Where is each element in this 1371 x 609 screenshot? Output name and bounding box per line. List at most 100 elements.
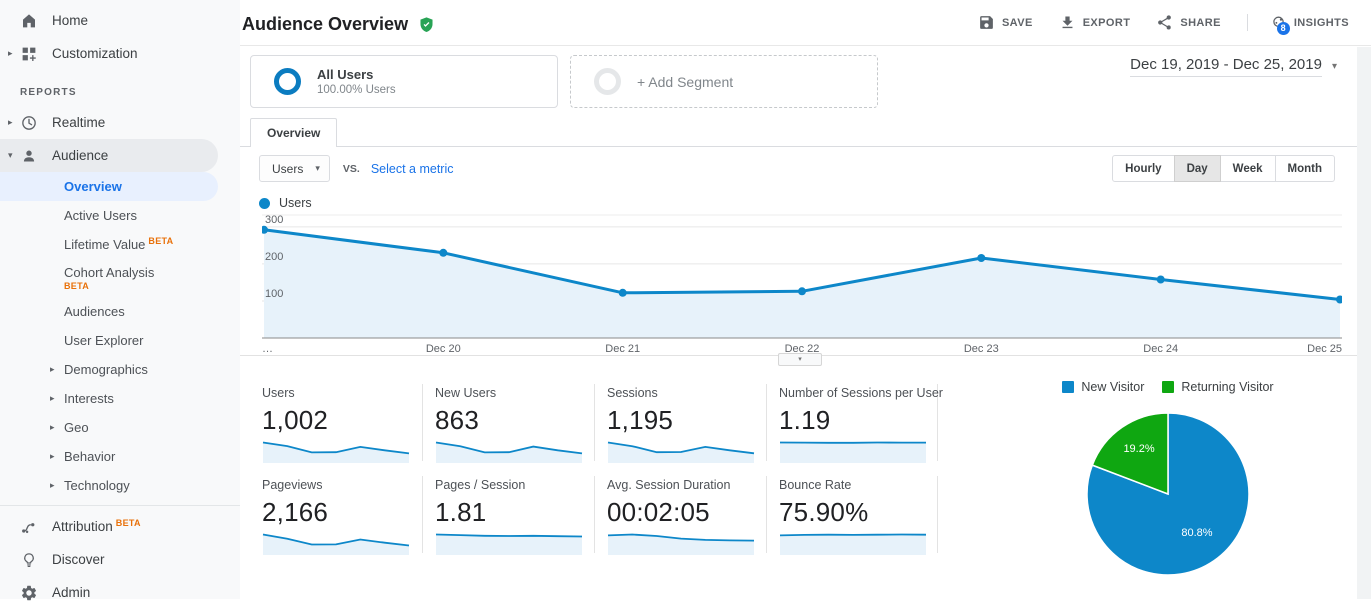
export-button[interactable]: EXPORT	[1059, 14, 1131, 31]
sparkline-chart	[607, 440, 755, 464]
save-button[interactable]: SAVE	[978, 14, 1033, 31]
segment-ring-icon	[274, 68, 301, 95]
granularity-hourly-button[interactable]: Hourly	[1112, 155, 1174, 182]
insights-count-badge: 8	[1277, 22, 1290, 35]
granularity-week-button[interactable]: Week	[1220, 155, 1276, 182]
insights-button[interactable]: 8 INSIGHTS	[1247, 14, 1349, 31]
sidebar-item-attribution[interactable]: AttributionBETA	[0, 510, 240, 543]
sidebar-item-lifetime-value[interactable]: Lifetime ValueBETA	[0, 230, 240, 259]
topbar: Audience Overview SAVEEXPORTSHARE8INSIGH…	[240, 0, 1371, 46]
granularity-button-group: HourlyDayWeekMonth	[1112, 155, 1335, 182]
metric-label: Sessions	[607, 386, 756, 400]
line-chart-svg: 100200300…Dec 20Dec 21Dec 22Dec 23Dec 24…	[262, 213, 1342, 359]
sidebar-item-label: Admin	[52, 585, 90, 600]
sidebar-item-active-users[interactable]: Active Users	[0, 201, 240, 230]
sidebar-item-home[interactable]: Home	[0, 4, 240, 37]
select-a-metric-link[interactable]: Select a metric	[371, 162, 454, 176]
chevron-down-icon: ▾	[8, 150, 20, 161]
pie-legend-label: Returning Visitor	[1181, 380, 1273, 394]
date-range-picker[interactable]: Dec 19, 2019 - Dec 25, 2019 ▾	[1130, 56, 1337, 77]
chevron-right-icon: ▸	[50, 451, 55, 462]
sidebar-item-admin[interactable]: Admin	[0, 576, 240, 609]
granularity-month-button[interactable]: Month	[1275, 155, 1335, 182]
sidebar-item-behavior[interactable]: ▸Behavior	[0, 442, 240, 471]
sidebar-item-label: Demographics	[64, 362, 148, 377]
sidebar-item-audiences[interactable]: Audiences	[0, 297, 240, 326]
discover-icon	[20, 551, 38, 569]
pie-legend-label: New Visitor	[1081, 380, 1144, 394]
pie-legend-new-visitor: New Visitor	[1062, 380, 1144, 394]
visitor-type-pie-chart[interactable]: 80.8%19.2%	[1084, 410, 1252, 578]
sidebar-item-technology[interactable]: ▸Technology	[0, 471, 240, 500]
segment-subtitle: 100.00% Users	[317, 84, 396, 96]
metric-card-pages-session[interactable]: Pages / Session1.81	[422, 476, 594, 553]
primary-metric-dropdown[interactable]: Users ▾	[259, 155, 330, 182]
sidebar-divider	[0, 505, 240, 506]
granularity-day-button[interactable]: Day	[1174, 155, 1221, 182]
sidebar-item-customization[interactable]: ▸Customization	[0, 37, 240, 70]
metric-value: 863	[435, 405, 584, 436]
chevron-down-icon: ▾	[1332, 61, 1337, 72]
sidebar-item-audience[interactable]: ▾ Audience	[0, 139, 218, 172]
segment-title: All Users	[317, 67, 396, 82]
metric-card-new-users[interactable]: New Users863	[422, 384, 594, 461]
sidebar-item-label: Audience	[52, 148, 108, 163]
sidebar: Home▸CustomizationREPORTS▸Realtime▾Audie…	[0, 0, 240, 599]
annotations-toggle[interactable]: ▾	[778, 353, 822, 366]
metric-value: 1,195	[607, 405, 756, 436]
metric-card-bounce-rate[interactable]: Bounce Rate75.90%	[766, 476, 938, 553]
tab-divider	[240, 146, 1357, 147]
legend-swatch-icon	[1062, 381, 1074, 393]
metric-value: 1,002	[262, 405, 412, 436]
segment-all-users[interactable]: All Users 100.00% Users	[250, 55, 558, 108]
sidebar-item-cohort-analysis[interactable]: Cohort AnalysisBETA	[0, 259, 240, 297]
sparkline-chart	[262, 532, 410, 556]
svg-text:Dec 20: Dec 20	[426, 343, 461, 355]
sidebar-item-user-explorer[interactable]: User Explorer	[0, 326, 240, 355]
share-button[interactable]: SHARE	[1156, 14, 1221, 31]
share-icon	[1156, 14, 1173, 31]
metric-card-number-of-sessions-per-user[interactable]: Number of Sessions per User1.19	[766, 384, 938, 461]
users-over-time-chart[interactable]: 100200300…Dec 20Dec 21Dec 22Dec 23Dec 24…	[262, 213, 1342, 359]
svg-text:300: 300	[265, 214, 283, 226]
sidebar-item-overview[interactable]: Overview	[0, 172, 218, 201]
add-segment-label: + Add Segment	[637, 74, 733, 90]
metric-scorecards: Users 1,002 New Users863 Sessions 1,195 Numbe…	[250, 384, 938, 553]
pie-legend-returning-visitor: Returning Visitor	[1162, 380, 1273, 394]
sparkline-chart	[607, 532, 755, 556]
sidebar-item-label: Customization	[52, 46, 138, 61]
metric-card-users[interactable]: Users 1,002	[250, 384, 422, 461]
metric-label: Users	[262, 386, 412, 400]
date-range-value: Dec 19, 2019 - Dec 25, 2019	[1130, 56, 1322, 77]
metric-card-sessions[interactable]: Sessions 1,195	[594, 384, 766, 461]
tab-overview[interactable]: Overview	[250, 118, 337, 147]
svg-text:200: 200	[265, 251, 283, 263]
beta-badge: BETA	[116, 518, 141, 528]
metric-card-avg-session-duration[interactable]: Avg. Session Duration00:02:05	[594, 476, 766, 553]
metric-card-pageviews[interactable]: Pageviews2,166	[250, 476, 422, 553]
sparkline-chart	[435, 440, 583, 464]
action-label: INSIGHTS	[1294, 17, 1349, 29]
metric-value: 00:02:05	[607, 497, 756, 528]
sidebar-item-label: Cohort Analysis	[64, 265, 154, 280]
action-label: EXPORT	[1083, 17, 1131, 29]
metric-value: 2,166	[262, 497, 412, 528]
sidebar-item-discover[interactable]: Discover	[0, 543, 240, 576]
home-icon	[20, 12, 38, 30]
sidebar-item-label: Lifetime ValueBETA	[64, 237, 173, 252]
sparkline-chart	[262, 440, 410, 464]
sidebar-item-label: User Explorer	[64, 333, 143, 348]
metric-label: Bounce Rate	[779, 478, 927, 492]
add-segment-button[interactable]: + Add Segment	[570, 55, 878, 108]
sidebar-item-realtime[interactable]: ▸Realtime	[0, 106, 240, 139]
insights-icon: 8	[1270, 14, 1287, 31]
sidebar-item-label: Interests	[64, 391, 114, 406]
sidebar-item-interests[interactable]: ▸Interests	[0, 384, 240, 413]
sidebar-item-demographics[interactable]: ▸Demographics	[0, 355, 240, 384]
primary-metric-label: Users	[272, 162, 303, 176]
verified-shield-icon	[418, 16, 435, 33]
realtime-icon	[20, 114, 38, 132]
sidebar-item-geo[interactable]: ▸Geo	[0, 413, 240, 442]
metric-label: Pages / Session	[435, 478, 584, 492]
sidebar-item-label: Realtime	[52, 115, 105, 130]
